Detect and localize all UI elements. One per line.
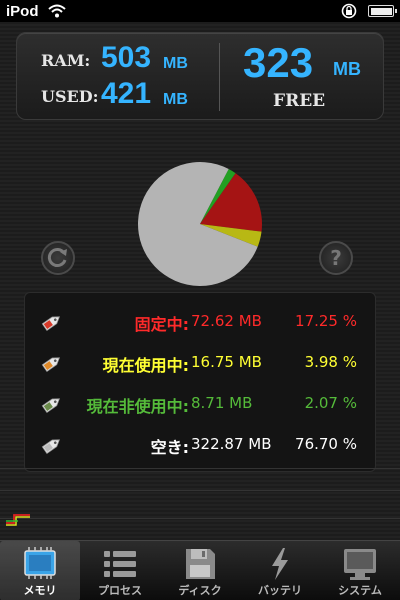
memory-legend: 固定中: 72.62 MB 17.25 % 現在使用中: 16.75 MB 3.98 % 現… bbox=[24, 292, 376, 472]
legend-label: 固定中: bbox=[134, 315, 189, 334]
legend-mb: 8.71 MB bbox=[191, 394, 253, 412]
help-icon: ? bbox=[330, 246, 342, 270]
legend-row: 空き: 322.87 MB 76.70 % bbox=[25, 430, 377, 460]
tab-label: システム bbox=[338, 584, 382, 597]
free-label: FREE bbox=[273, 91, 326, 111]
tab-system[interactable]: システム bbox=[320, 541, 400, 600]
memory-summary-panel: RAM: 503 MB USED: 421 MB 323 MB FREE bbox=[16, 32, 384, 120]
legend-row: 現在使用中: 16.75 MB 3.98 % bbox=[25, 348, 377, 378]
wifi-icon bbox=[48, 4, 66, 18]
legend-mb: 16.75 MB bbox=[191, 353, 262, 371]
status-bar: iPod bbox=[0, 0, 400, 22]
tab-memory[interactable]: メモリ bbox=[0, 541, 80, 600]
app-content: RAM: 503 MB USED: 421 MB 323 MB FREE ? 固… bbox=[0, 22, 400, 540]
tag-icon bbox=[41, 357, 60, 372]
tag-icon bbox=[41, 316, 60, 331]
memory-pie-chart bbox=[136, 160, 264, 288]
process-list-icon bbox=[104, 551, 136, 577]
rotation-lock-icon bbox=[341, 3, 357, 19]
used-label: USED: bbox=[41, 87, 99, 106]
divider-line bbox=[0, 468, 400, 469]
tab-label: メモリ bbox=[23, 584, 57, 597]
ram-label: RAM: bbox=[41, 51, 91, 70]
legend-row: 現在非使用中: 8.71 MB 2.07 % bbox=[25, 389, 377, 419]
divider-line bbox=[0, 490, 400, 491]
free-value: 323 bbox=[243, 39, 314, 86]
legend-mb: 322.87 MB bbox=[191, 435, 272, 453]
tab-disk[interactable]: ディスク bbox=[160, 541, 240, 600]
legend-percent: 17.25 % bbox=[295, 312, 357, 330]
legend-label: 現在使用中: bbox=[102, 356, 189, 375]
ram-value: 503 bbox=[101, 41, 152, 74]
tab-battery[interactable]: バッテリ bbox=[240, 541, 320, 600]
tab-label: プロセス bbox=[98, 584, 142, 597]
tag-icon bbox=[41, 398, 60, 413]
carrier-label: iPod bbox=[6, 3, 39, 20]
memory-chip-icon bbox=[24, 547, 56, 579]
legend-percent: 76.70 % bbox=[295, 435, 357, 453]
legend-mb: 72.62 MB bbox=[191, 312, 262, 330]
tab-bar: メモリ プロセス ディスク バッテリ システム bbox=[0, 540, 400, 600]
battery-bolt-icon bbox=[272, 548, 288, 580]
history-graph-icon bbox=[6, 514, 30, 526]
free-unit: MB bbox=[333, 59, 361, 79]
legend-percent: 3.98 % bbox=[304, 353, 357, 371]
used-unit: MB bbox=[163, 91, 188, 108]
refresh-icon bbox=[47, 248, 67, 267]
summary-divider bbox=[219, 43, 220, 111]
tab-process[interactable]: プロセス bbox=[80, 541, 160, 600]
legend-percent: 2.07 % bbox=[304, 394, 357, 412]
legend-label: 現在非使用中: bbox=[86, 397, 189, 416]
tab-label: ディスク bbox=[178, 584, 222, 597]
legend-row: 固定中: 72.62 MB 17.25 % bbox=[25, 307, 377, 337]
legend-label: 空き: bbox=[150, 438, 189, 457]
ram-unit: MB bbox=[163, 55, 188, 72]
tab-label: バッテリ bbox=[258, 584, 302, 597]
tag-icon bbox=[41, 439, 60, 454]
refresh-button[interactable] bbox=[41, 241, 75, 275]
monitor-icon bbox=[344, 549, 376, 580]
help-button[interactable]: ? bbox=[319, 241, 353, 275]
divider-line bbox=[0, 518, 400, 519]
battery-icon bbox=[368, 5, 397, 17]
used-value: 421 bbox=[101, 77, 152, 110]
disk-icon bbox=[186, 549, 215, 579]
